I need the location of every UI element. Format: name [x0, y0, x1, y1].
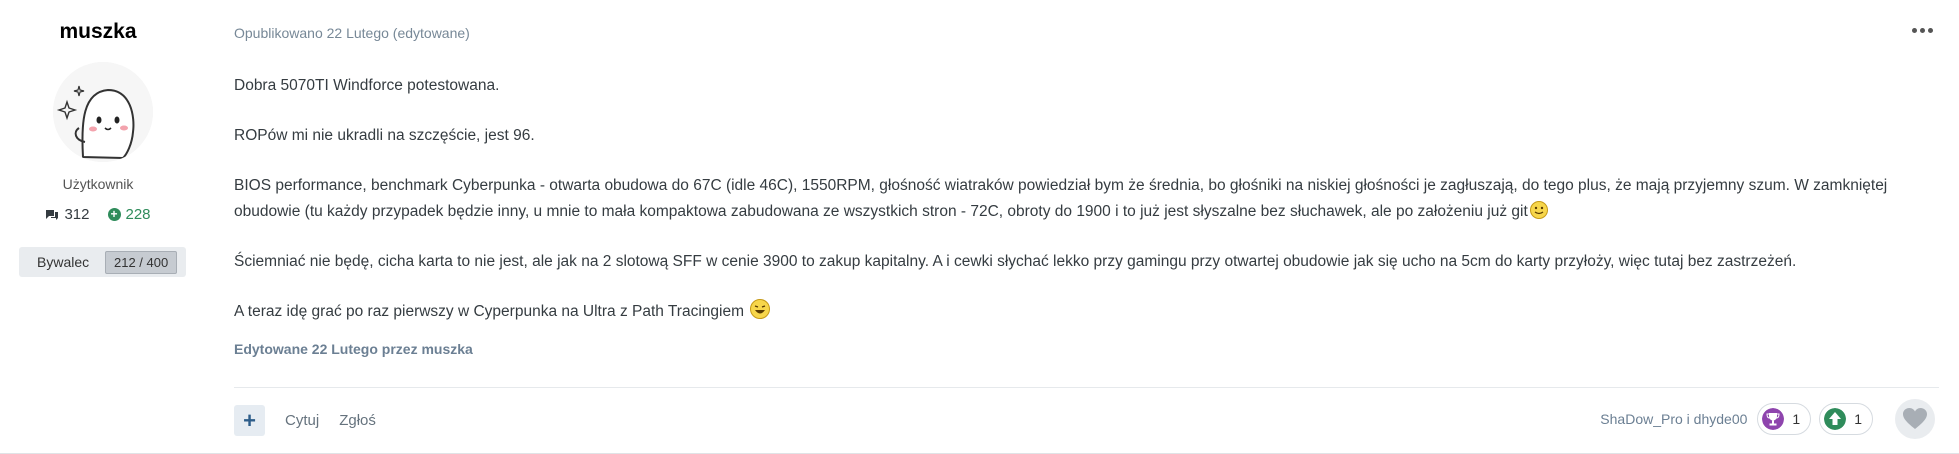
report-button[interactable]: Zgłoś [339, 412, 376, 429]
multiquote-add-button[interactable]: + [234, 404, 265, 436]
post-paragraph: BIOS performance, benchmark Cyberpunka -… [234, 177, 1888, 220]
reaction-users[interactable]: ShaDow_Pro i dhyde00 [1600, 411, 1747, 427]
trophy-icon [1762, 408, 1785, 430]
post-paragraph: Ściemniać nie będę, cicha karta to nie j… [234, 253, 1797, 270]
badge-progress: 212 / 400 [105, 250, 178, 274]
post-paragraph: Dobra 5070TI Windforce potestowana. [234, 77, 500, 94]
upvote-count: 1 [1854, 411, 1862, 427]
heart-icon [1903, 408, 1927, 429]
post-paragraph: ROPów mi nie ukradli na szczęście, jest … [234, 127, 535, 144]
more-options-icon[interactable] [1912, 24, 1934, 36]
author-name[interactable]: muszka [0, 20, 196, 44]
author-panel: muszka Użytkownik 312 + 228 Bywalec 212 … [0, 0, 196, 454]
author-rank: Użytkownik [62, 176, 134, 192]
quote-button[interactable]: Cytuj [285, 412, 319, 429]
smile-emoji-icon [1529, 201, 1548, 219]
rank-badge: Bywalec 212 / 400 [19, 247, 186, 277]
divider [234, 387, 1939, 388]
reaction-trophy[interactable]: 1 [1757, 403, 1812, 435]
cartoon-ghost-avatar-icon [53, 62, 153, 162]
react-heart-button[interactable] [1895, 399, 1935, 439]
avatar[interactable] [53, 62, 153, 162]
author-stats: 312 + 228 [0, 206, 196, 223]
reputation: + 228 [107, 206, 151, 223]
posts-count-value: 312 [64, 206, 90, 223]
trophy-count: 1 [1792, 411, 1801, 427]
post-content: Dobra 5070TI Windforce potestowana. ROPó… [234, 73, 1939, 349]
reactions-bar: ShaDow_Pro i dhyde00 1 1 [1600, 399, 1935, 439]
forum-post: muszka Użytkownik 312 + 228 Bywalec 212 … [0, 0, 1959, 454]
reaction-upvote[interactable]: 1 [1819, 403, 1873, 435]
comments-icon [46, 209, 59, 220]
posts-count: 312 [45, 206, 90, 223]
grin-emoji-icon [750, 299, 771, 319]
post-actions: + Cytuj Zgłoś [234, 404, 376, 436]
edited-note: Edytowane 22 Lutego przez muszka [234, 341, 473, 357]
post-paragraph: A teraz idę grać po raz pierwszy w Cyper… [234, 299, 1939, 325]
post-meta[interactable]: Opublikowano 22 Lutego (edytowane) [234, 25, 470, 41]
plus-circle-icon: + [107, 208, 121, 221]
reputation-value: 228 [125, 206, 151, 223]
badge-label: Bywalec [37, 254, 90, 270]
arrow-up-icon [1824, 408, 1847, 430]
